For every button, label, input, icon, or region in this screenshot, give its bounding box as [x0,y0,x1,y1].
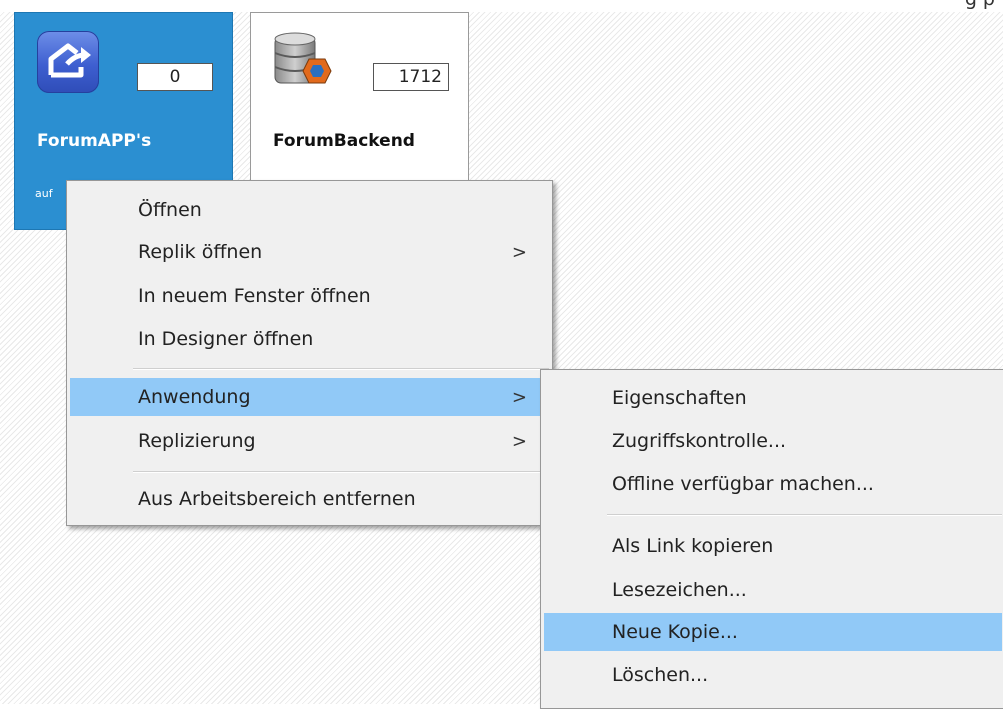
tile-title: ForumBackend [273,131,415,151]
context-menu: Öffnen Replik öffnen > In neuem Fenster … [66,180,553,526]
submenu-item-access-control[interactable]: Zugriffskontrolle... [544,422,1002,460]
menu-separator [133,471,549,473]
submenu-item-copy-link[interactable]: Als Link kopieren [544,527,1002,565]
menu-item-label: Replizierung [138,430,256,452]
submenu-item-properties[interactable]: Eigenschaften [544,379,1002,417]
tile-subtitle: auf [35,187,53,200]
database-icon [269,29,335,95]
header-fragment: g p [965,0,995,10]
submenu-arrow-icon: > [511,430,527,452]
submenu-arrow-icon: > [511,386,527,408]
menu-item-open-new-window[interactable]: In neuem Fenster öffnen [70,277,549,315]
menu-item-label: In Designer öffnen [138,328,314,350]
menu-item-label: Als Link kopieren [612,535,774,557]
top-strip-right [470,0,1003,12]
menu-item-label: In neuem Fenster öffnen [138,285,371,307]
menu-item-label: Replik öffnen [138,241,263,263]
tile-counter: 1712 [373,63,449,91]
menu-item-open[interactable]: Öffnen [70,191,549,229]
submenu-item-delete[interactable]: Löschen... [544,656,1002,694]
menu-item-label: Zugriffskontrolle... [612,430,787,452]
submenu-arrow-icon: > [511,241,527,263]
menu-item-remove-workspace[interactable]: Aus Arbeitsbereich entfernen [70,480,549,518]
submenu-item-offline[interactable]: Offline verfügbar machen... [544,465,1002,503]
submenu-item-bookmark[interactable]: Lesezeichen... [544,571,1002,609]
menu-item-application[interactable]: Anwendung > [70,378,549,416]
home-arrow-icon [37,31,99,93]
tile-title: ForumAPP's [37,131,152,151]
menu-item-open-replica[interactable]: Replik öffnen > [70,233,549,271]
menu-separator [133,368,549,370]
menu-item-label: Aus Arbeitsbereich entfernen [138,488,416,510]
menu-separator [607,514,1002,516]
menu-item-replication[interactable]: Replizierung > [70,422,549,460]
application-submenu: Eigenschaften Zugriffskontrolle... Offli… [540,369,1003,709]
menu-item-label: Öffnen [138,199,202,221]
submenu-item-new-copy[interactable]: Neue Kopie... [544,613,1002,651]
menu-item-label: Neue Kopie... [612,621,738,643]
menu-item-open-designer[interactable]: In Designer öffnen [70,320,549,358]
menu-item-label: Anwendung [138,386,251,408]
menu-item-label: Eigenschaften [612,387,747,409]
menu-item-label: Löschen... [612,664,709,686]
menu-item-label: Offline verfügbar machen... [612,473,874,495]
tile-counter: 0 [137,63,213,91]
menu-item-label: Lesezeichen... [612,579,747,601]
